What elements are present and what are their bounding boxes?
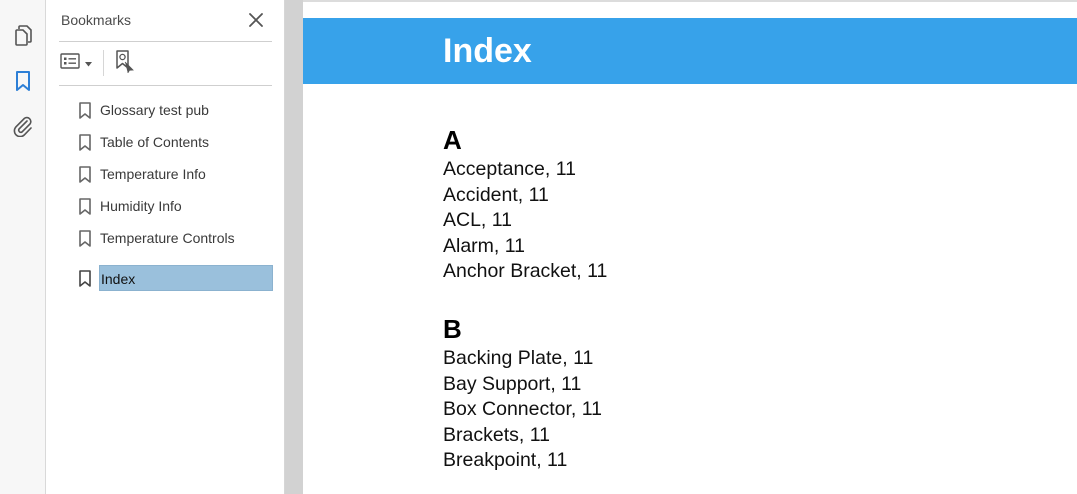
caret-down-icon <box>85 54 92 72</box>
navigation-rail <box>0 0 46 494</box>
index-entry: Breakpoint, 11 <box>443 449 568 472</box>
bookmark-item-toc[interactable]: Table of Contents <box>76 128 278 156</box>
new-bookmark-button[interactable] <box>114 49 136 78</box>
section-letter: A <box>443 125 462 155</box>
index-entry: Brackets, 11 <box>443 423 550 446</box>
index-section-b: B Backing Plate, 11 Bay Support, 11 Box … <box>443 314 602 474</box>
bookmarks-panel: Bookmarks Glossary test pub Table of Con… <box>46 0 285 494</box>
panel-title: Bookmarks <box>61 12 132 28</box>
panel-divider <box>59 41 272 42</box>
page-header-banner: Index <box>303 18 1077 84</box>
bookmark-icon <box>78 101 92 119</box>
index-section-a: A Acceptance, 11 Accident, 11 ACL, 11 Al… <box>443 125 607 285</box>
panel-divider <box>59 85 272 86</box>
bookmark-item-temperature-controls[interactable]: Temperature Controls <box>76 224 278 252</box>
index-entry: Backing Plate, 11 <box>443 347 594 369</box>
paperclip-icon[interactable] <box>9 112 37 140</box>
bookmark-icon <box>78 269 92 287</box>
bookmark-icon <box>78 197 92 215</box>
page-title: Index <box>443 32 532 70</box>
bookmark-icon <box>78 165 92 183</box>
copy-pages-icon[interactable] <box>9 21 37 49</box>
index-entry: Box Connector, 11 <box>443 398 602 421</box>
section-letter: B <box>443 314 462 344</box>
pdf-reader-window: Bookmarks Glossary test pub Table of Con… <box>0 0 1077 494</box>
bookmark-item-index[interactable]: Index <box>76 264 278 292</box>
index-entry: Alarm, 11 <box>443 234 525 257</box>
bookmark-label: Glossary test pub <box>100 102 209 118</box>
bookmark-icon[interactable] <box>9 67 37 95</box>
document-page: Index A Acceptance, 11 Accident, 11 ACL,… <box>303 0 1077 494</box>
close-icon[interactable] <box>247 11 265 29</box>
bookmark-label: Temperature Controls <box>100 230 235 246</box>
viewer-gutter <box>285 0 303 494</box>
index-entry: Anchor Bracket, 11 <box>443 260 608 283</box>
bookmark-item-temperature-info[interactable]: Temperature Info <box>76 160 278 188</box>
bookmark-icon <box>78 229 92 247</box>
index-entry: Acceptance, 11 <box>443 158 576 180</box>
bookmark-item-humidity-info[interactable]: Humidity Info <box>76 192 278 220</box>
bookmark-label: Index <box>99 265 273 291</box>
index-entry: ACL, 11 <box>443 209 513 232</box>
list-options-icon <box>60 52 80 74</box>
toolbar-divider <box>103 50 104 76</box>
bookmark-item-glossary[interactable]: Glossary test pub <box>76 96 278 124</box>
index-entry: Accident, 11 <box>443 183 549 206</box>
bookmark-label: Humidity Info <box>100 198 182 214</box>
bookmark-icon <box>78 133 92 151</box>
bookmark-label: Table of Contents <box>100 134 209 150</box>
bookmark-options-button[interactable] <box>60 50 92 76</box>
index-entry: Bay Support, 11 <box>443 372 582 395</box>
bookmark-label: Temperature Info <box>100 166 206 182</box>
new-bookmark-icon <box>114 49 136 78</box>
